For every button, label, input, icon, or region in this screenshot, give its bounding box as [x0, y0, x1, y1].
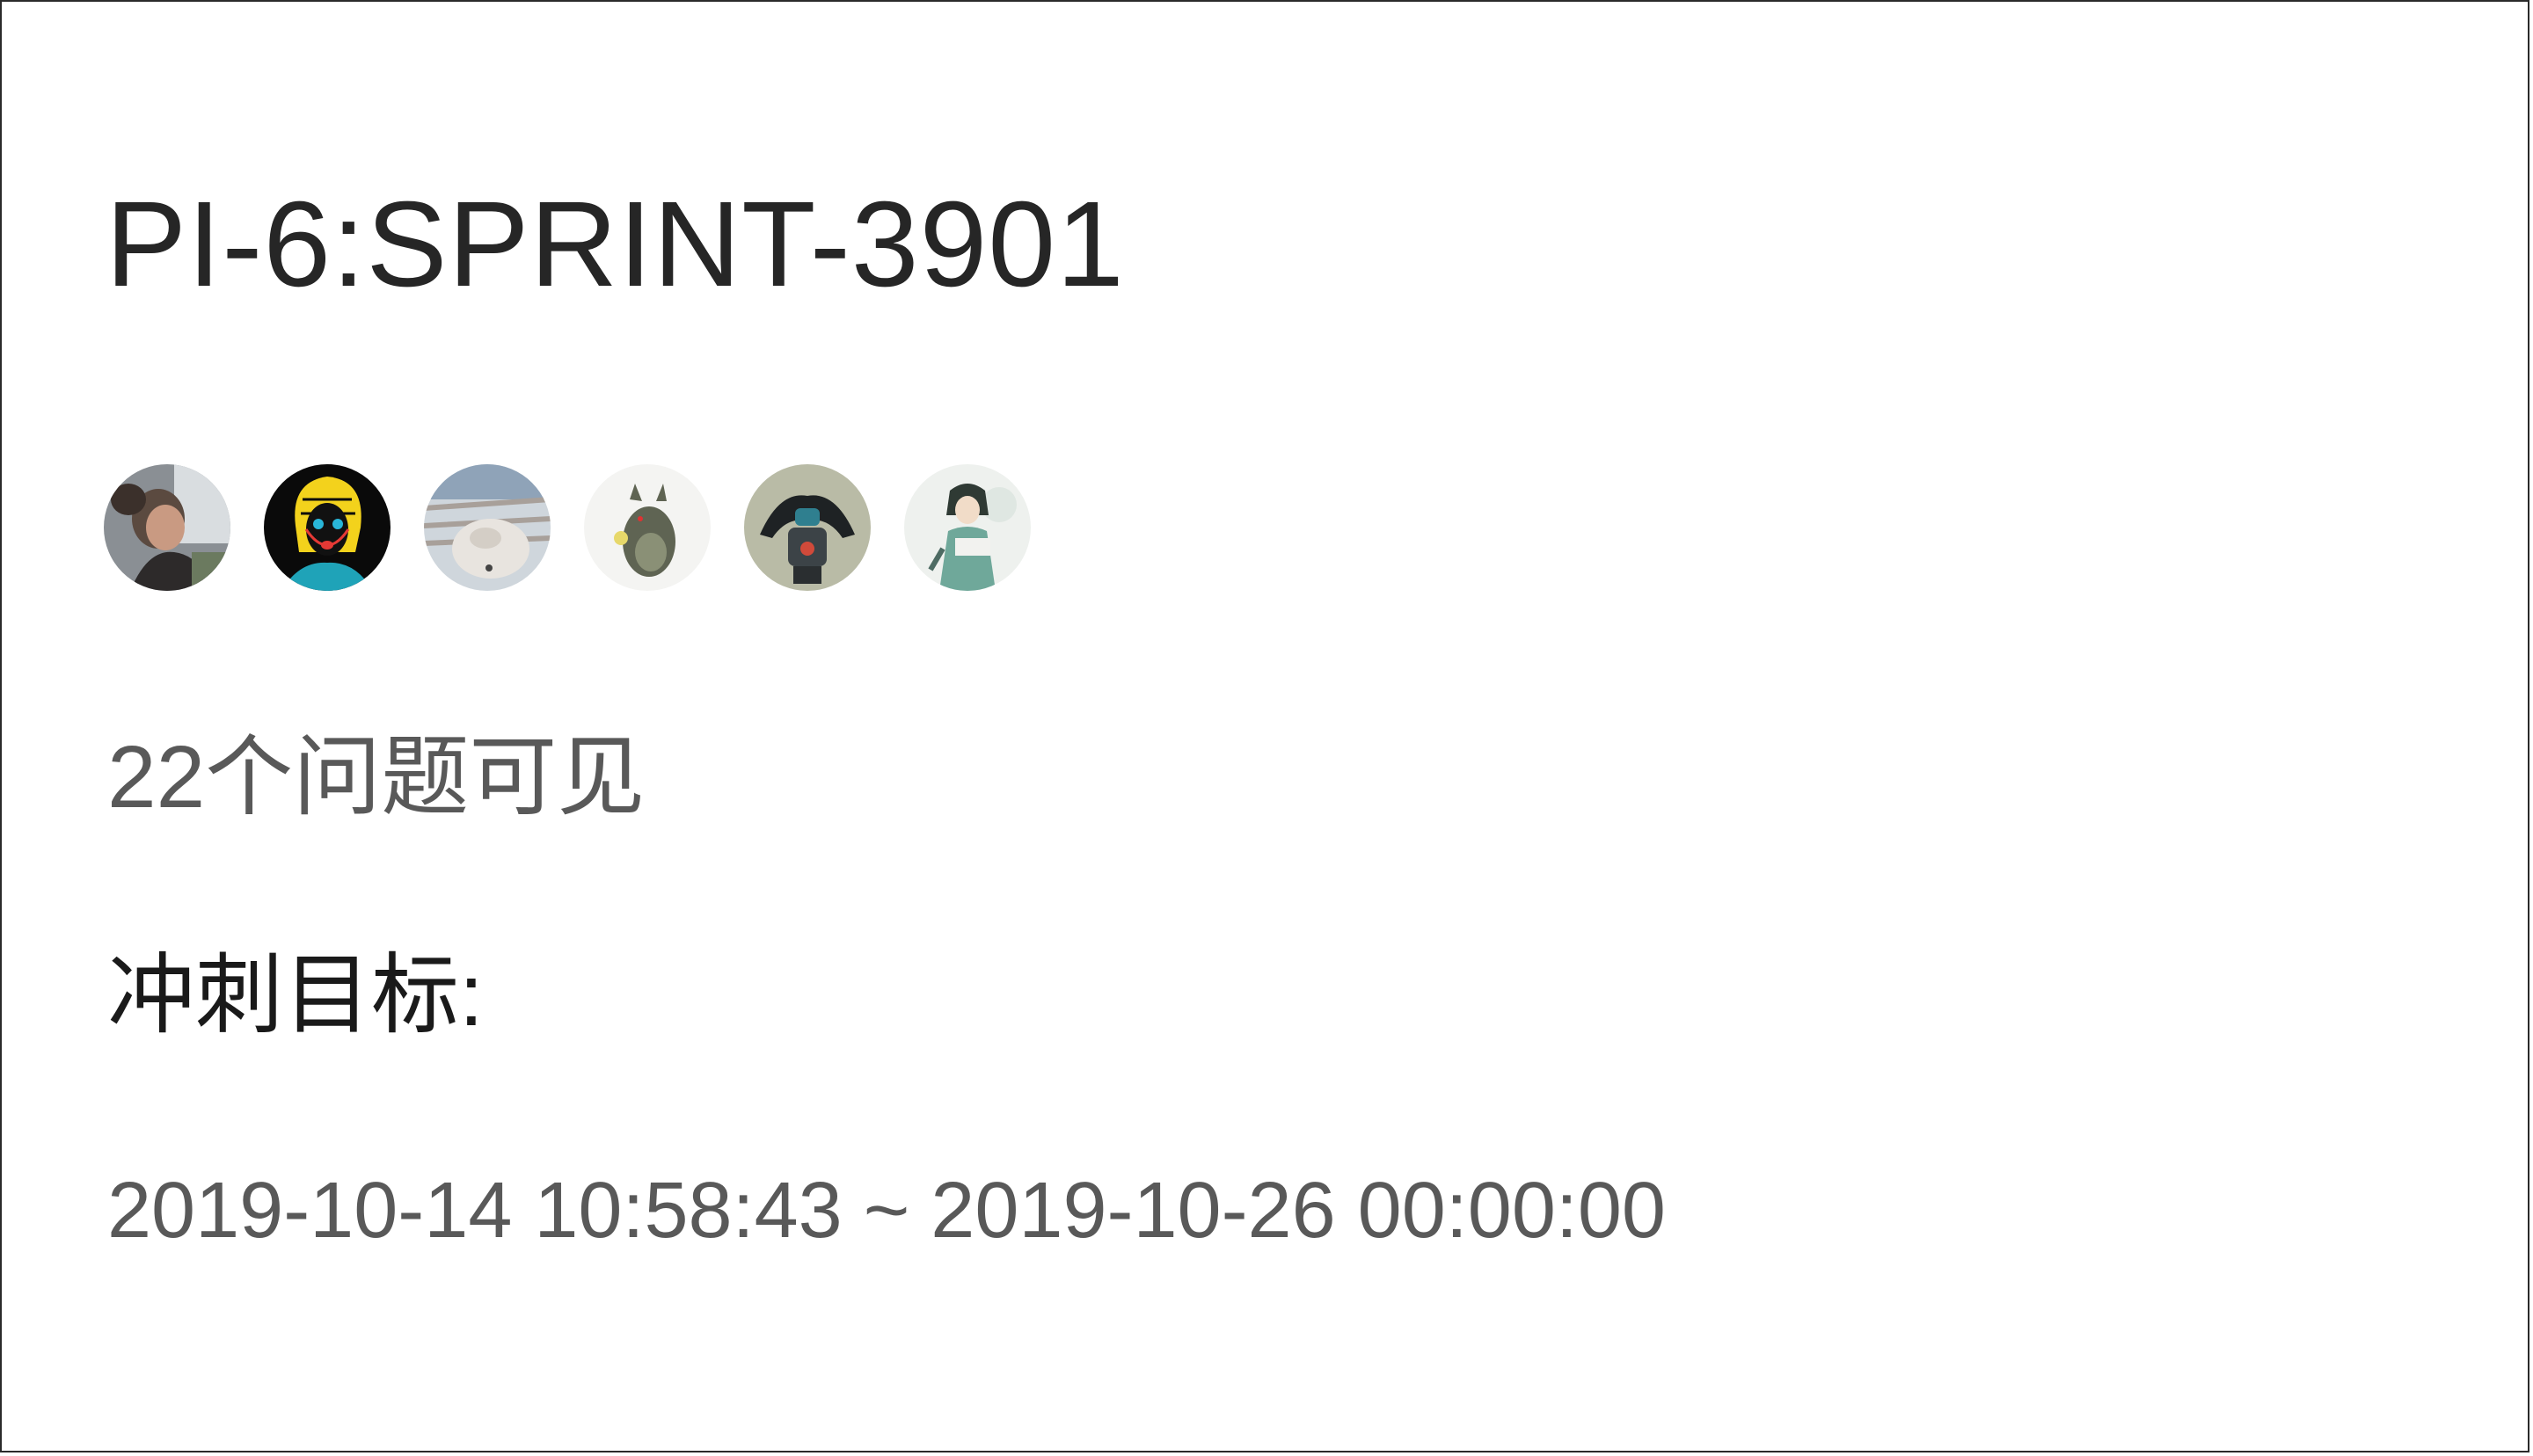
avatar[interactable]: [424, 464, 551, 591]
date-separator: ~: [863, 1167, 910, 1255]
issue-count: 22个问题可见: [107, 728, 646, 826]
sprint-goal-label: 冲刺目标:: [107, 946, 484, 1045]
avatar[interactable]: [104, 464, 230, 591]
avatar[interactable]: [904, 464, 1031, 591]
end-date: 2019-10-26 00:00:00: [931, 1167, 1666, 1255]
avatar[interactable]: [264, 464, 391, 591]
member-avatars: [104, 464, 1031, 591]
avatar[interactable]: [744, 464, 871, 591]
sprint-card: PI-6:SPRINT-3901 22个问题可见 冲刺目标: 2019-10-1…: [0, 0, 2529, 1452]
sprint-title[interactable]: PI-6:SPRINT-3901: [106, 174, 1125, 315]
sprint-date-range: 2019-10-14 10:58:43 ~ 2019-10-26 00:00:0…: [107, 1162, 1666, 1259]
avatar[interactable]: [584, 464, 711, 591]
start-date: 2019-10-14 10:58:43: [107, 1167, 843, 1255]
